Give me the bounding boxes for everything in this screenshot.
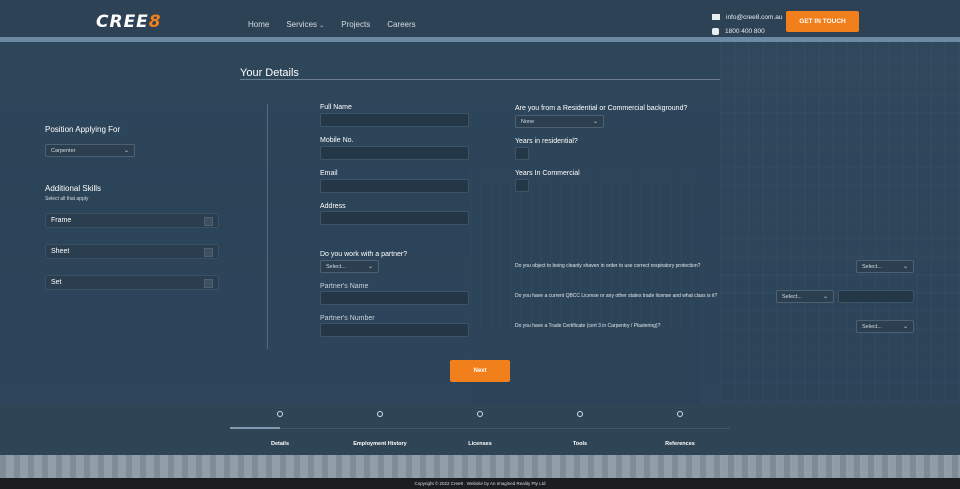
- trade-cert-select-value: Select...: [862, 323, 882, 330]
- step-dot: [577, 411, 583, 417]
- step-tools[interactable]: Tools: [540, 411, 620, 447]
- address-label: Address: [320, 203, 346, 210]
- partner-number-label: Partner's Number: [320, 315, 375, 322]
- step-label: Details: [270, 441, 290, 447]
- partner-number-input[interactable]: [320, 323, 469, 337]
- next-button[interactable]: Next: [450, 360, 510, 382]
- years-commercial-input[interactable]: [515, 179, 529, 192]
- logo[interactable]: CREE8: [96, 12, 162, 32]
- step-label: Tools: [572, 441, 588, 447]
- partner-question: Do you work with a partner?: [320, 251, 408, 258]
- years-commercial-label: Years In Commercial: [515, 170, 580, 177]
- footer: Copyright © 2022 Cree8 . Website by An I…: [0, 478, 960, 489]
- contact-info: info@cree8.com.au 1800 400 800: [712, 10, 782, 38]
- chevron-down-icon: ⌄: [822, 294, 828, 300]
- mobile-input[interactable]: [320, 146, 469, 160]
- shaven-question: Do you object to being cleanly shaven in…: [515, 263, 701, 269]
- skill-label: Set: [51, 279, 62, 286]
- column-divider: [267, 104, 268, 349]
- contact-email[interactable]: info@cree8.com.au: [726, 14, 782, 21]
- background-select-value: None: [521, 118, 535, 125]
- step-label: Licenses: [468, 441, 492, 447]
- full-name-input[interactable]: [320, 113, 469, 127]
- site-header: CREE8 Home Services ⌄ Projects Careers i…: [0, 0, 960, 42]
- mobile-label: Mobile No.: [320, 137, 354, 144]
- skill-set[interactable]: Set: [45, 275, 219, 290]
- step-licenses[interactable]: Licenses: [440, 411, 520, 447]
- qbcc-select[interactable]: Select... ⌄: [776, 290, 834, 303]
- chevron-down-icon: ⌄: [592, 119, 598, 125]
- step-dot: [677, 411, 683, 417]
- mail-icon: [712, 14, 720, 20]
- steps-bar: Details Employment History Licenses Tool…: [0, 403, 960, 455]
- skill-label: Sheet: [51, 248, 70, 255]
- step-label: Employment History: [353, 441, 407, 447]
- page-title: Your Details: [240, 67, 299, 79]
- chevron-down-icon: ⌄: [123, 148, 129, 154]
- step-details[interactable]: Details: [240, 411, 320, 447]
- nav-projects[interactable]: Projects: [341, 20, 370, 29]
- years-residential-input[interactable]: [515, 147, 529, 160]
- full-name-label: Full Name: [320, 104, 352, 111]
- skill-label: Frame: [51, 217, 72, 224]
- chevron-down-icon: ⌄: [319, 23, 325, 29]
- skill-frame[interactable]: Frame: [45, 213, 219, 228]
- step-label: References: [665, 441, 695, 447]
- step-employment-history[interactable]: Employment History: [340, 411, 420, 447]
- nav-careers[interactable]: Careers: [387, 20, 415, 29]
- position-label: Position Applying For: [45, 125, 121, 134]
- partner-name-input[interactable]: [320, 291, 469, 305]
- get-in-touch-button[interactable]: GET IN TOUCH: [786, 11, 859, 32]
- skill-checkbox[interactable]: [204, 279, 213, 288]
- partner-select-value: Select...: [326, 263, 346, 270]
- shaven-select-value: Select...: [862, 263, 882, 270]
- chevron-down-icon: ⌄: [367, 264, 373, 270]
- partner-name-label: Partner's Name: [320, 283, 369, 290]
- trade-cert-select[interactable]: Select... ⌄: [856, 320, 914, 333]
- title-divider: [240, 79, 720, 80]
- background-strip: [0, 455, 960, 478]
- position-select[interactable]: Carpenter ⌄: [45, 144, 135, 157]
- shaven-select[interactable]: Select... ⌄: [856, 260, 914, 273]
- trade-cert-question: Do you have a Trade Certificate (cert 3 …: [515, 323, 661, 329]
- qbcc-class-input[interactable]: [838, 290, 914, 303]
- email-input[interactable]: [320, 179, 469, 193]
- years-residential-label: Years in residential?: [515, 138, 578, 145]
- step-references[interactable]: References: [640, 411, 720, 447]
- position-select-value: Carpenter: [51, 147, 76, 154]
- email-label: Email: [320, 170, 338, 177]
- background-question: Are you from a Residential or Commercial…: [515, 105, 688, 112]
- chevron-down-icon: ⌄: [902, 264, 908, 270]
- partner-select[interactable]: Select... ⌄: [320, 260, 379, 273]
- qbcc-select-value: Select...: [782, 293, 802, 300]
- address-input[interactable]: [320, 211, 469, 225]
- skills-hint: Select all that apply: [45, 196, 89, 202]
- chevron-down-icon: ⌄: [902, 324, 908, 330]
- skill-sheet[interactable]: Sheet: [45, 244, 219, 259]
- skills-label: Additional Skills: [45, 184, 102, 193]
- skill-checkbox[interactable]: [204, 248, 213, 257]
- main-nav: Home Services ⌄ Projects Careers: [248, 20, 416, 29]
- contact-phone[interactable]: 1800 400 800: [725, 28, 765, 35]
- nav-home[interactable]: Home: [248, 20, 269, 29]
- nav-services[interactable]: Services ⌄: [286, 20, 324, 29]
- background-select[interactable]: None ⌄: [515, 115, 604, 128]
- step-dot: [477, 411, 483, 417]
- step-dot: [277, 411, 283, 417]
- step-dot: [377, 411, 383, 417]
- qbcc-question: Do you have a current QBCC License or an…: [515, 293, 718, 299]
- phone-icon: [712, 27, 719, 35]
- skill-checkbox[interactable]: [204, 217, 213, 226]
